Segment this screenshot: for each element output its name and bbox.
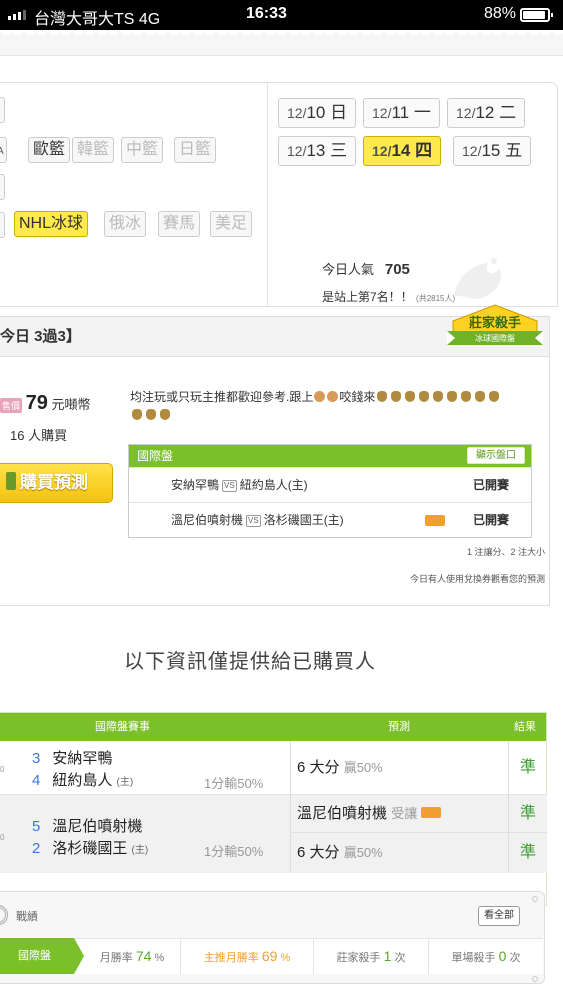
result-cell: 準 xyxy=(508,741,547,795)
record-icon xyxy=(0,905,8,925)
stat-banker-killer: 莊家殺手 1 次 xyxy=(313,938,428,974)
money-bag-icon xyxy=(377,391,388,402)
result-cell: 準 xyxy=(508,795,547,833)
category-nhl-hockey[interactable]: NHL冰球 xyxy=(14,211,89,237)
prediction-cell: 溫尼伯噴射機 受讓 xyxy=(290,795,508,833)
intl-game-row: 安納罕鴨 VS 紐約島人(主) 已開賽 xyxy=(129,467,531,502)
puppy-emoji-icon xyxy=(327,391,339,402)
intl-game-row: 溫尼伯噴射機 VS 洛杉磯國王(主) 已開賽 xyxy=(129,502,531,537)
signal-icon xyxy=(8,10,26,20)
buy-prediction-button[interactable]: 購買預測 xyxy=(0,463,113,503)
date-button[interactable]: 12/11 一 xyxy=(363,98,440,128)
price-tag: 售價 xyxy=(0,398,23,414)
battery-percent: 88% xyxy=(484,5,517,22)
buyer-count: 16 人購買 xyxy=(10,428,68,443)
money-bag-icon xyxy=(461,391,472,402)
category-japan-basketball[interactable]: 日籃 xyxy=(174,137,217,163)
vs-icon: VS xyxy=(222,480,237,492)
clock: 16:33 xyxy=(246,5,287,22)
money-bag-icon xyxy=(132,409,142,420)
intl-games-table: 國際盤 顯示盤口 安納罕鴨 VS 紐約島人(主) 已開賽 溫尼伯噴射機 VS 洛杉磯國王… xyxy=(128,444,532,538)
date-button-selected[interactable]: 12/14 四 xyxy=(363,136,442,166)
category-stub[interactable] xyxy=(0,174,5,200)
carrier-label: 台灣大哥大TS 4G xyxy=(34,11,161,28)
category-korea-basketball[interactable]: 韓籃 xyxy=(72,137,115,163)
handicap-line: 1分輸50% xyxy=(204,844,264,859)
svg-text:莊家殺手: 莊家殺手 xyxy=(469,315,521,331)
popularity-rank: 是站上第7名！！ (共2815人) xyxy=(322,290,456,304)
watermark-logo xyxy=(454,258,501,299)
card-description: 均注玩或只玩主推都歡迎參考.跟上 咬錢來 xyxy=(130,388,535,424)
prediction-cell: 6 大分 贏50% xyxy=(290,833,508,873)
money-bag-icon xyxy=(146,409,156,420)
category-partial[interactable]: A xyxy=(0,137,7,163)
date-button[interactable]: 12/15 五 xyxy=(453,136,532,166)
corner-dot xyxy=(532,896,538,902)
category-china-basketball[interactable]: 中籃 xyxy=(121,137,164,163)
popularity-count: 705 xyxy=(384,261,410,278)
category-stub[interactable] xyxy=(0,212,5,238)
category-list: A 歐籃 韓籃 中籃 日籃 NHL冰球 俄冰 賽馬 美足 xyxy=(0,83,268,308)
record-title: 戰績 xyxy=(16,911,38,923)
game-row: 0 5 溫尼伯噴射機 2 洛杉磯國王 (主) 1分輸50% xyxy=(0,795,290,873)
money-bag-icon xyxy=(447,391,458,402)
bet-rules-note: 1 注讓分、2 注大小 xyxy=(466,547,545,557)
view-all-button[interactable]: 看全部 xyxy=(478,906,520,926)
money-bag-icon xyxy=(405,391,416,402)
money-bag-icon xyxy=(419,391,430,402)
record-tab-intl[interactable]: 國際盤 xyxy=(0,938,84,974)
stat-monthly-win-rate: 月勝率 74 % xyxy=(99,948,165,964)
game-status: 已開賽 xyxy=(472,513,509,527)
corner-dot xyxy=(532,976,538,982)
result-cell: 準 xyxy=(508,833,547,873)
date-button[interactable]: 12/12 二 xyxy=(447,98,526,128)
stat-single-killer: 單場殺手 0 次 xyxy=(428,938,543,974)
battery-icon xyxy=(520,8,553,22)
scallop-header xyxy=(0,30,563,56)
game-status: 已開賽 xyxy=(472,478,509,492)
svg-text:冰球國際盤: 冰球國際盤 xyxy=(475,333,515,343)
stat-top-pick-win-rate: 主推月勝率 69 % xyxy=(180,938,313,974)
coupon-note: 今日有人使用兌換券觀看您的預測 xyxy=(409,574,545,584)
category-american-football[interactable]: 美足 xyxy=(210,211,253,237)
game-row: 0 3 安納罕鴨 4 紐約島人 (主) 1分輸50% xyxy=(0,741,290,795)
show-odds-button[interactable]: 顯示盤口 xyxy=(467,447,525,464)
money-bag-icon xyxy=(489,391,500,402)
record-panel: 戰績 看全部 國際盤 月勝率 74 % 主推月勝率 69 % 莊家殺手 1 次 … xyxy=(0,891,545,984)
puppy-emoji-icon xyxy=(314,391,326,402)
prediction-table: 國際盤賽事 預測 結果 0 3 安納罕鴨 4 紐約島人 (主) 1分輸50% 6 大… xyxy=(0,712,547,906)
category-stub[interactable] xyxy=(0,97,5,123)
banker-killer-badge: 莊家殺手 冰球國際盤 xyxy=(447,304,543,345)
money-bag-icon xyxy=(475,391,486,402)
prediction-cell: 6 大分 贏50% xyxy=(290,741,508,795)
buyers-only-title: 以下資訊僅提供給已購買人 xyxy=(124,651,376,673)
price-value: 79 xyxy=(25,392,48,414)
handicap-line: 1分輸50% xyxy=(204,776,264,791)
date-button[interactable]: 12/10 日 xyxy=(278,98,357,128)
money-bag-icon xyxy=(391,391,402,402)
intl-table-header: 國際盤 顯示盤口 xyxy=(129,445,531,467)
money-bag-icon xyxy=(433,391,444,402)
host-pick-icon xyxy=(421,807,442,818)
category-horse-racing[interactable]: 賽馬 xyxy=(158,211,201,237)
money-bag-icon xyxy=(160,409,170,420)
money-icon xyxy=(6,472,16,490)
category-russia-hockey[interactable]: 俄冰 xyxy=(104,211,147,237)
prediction-table-header: 國際盤賽事 預測 結果 xyxy=(0,713,546,741)
status-bar: 台灣大哥大TS 4G 16:33 88% xyxy=(0,0,563,30)
price-unit: 元噸幣 xyxy=(51,397,91,412)
popularity-line: 今日人氣 705 xyxy=(322,261,410,278)
price: 售價 79 元噸幣 xyxy=(0,392,91,415)
host-pick-icon xyxy=(425,515,445,526)
category-euro-basketball[interactable]: 歐籃 xyxy=(28,137,71,163)
date-button[interactable]: 12/13 三 xyxy=(278,136,357,166)
vs-icon: VS xyxy=(246,515,261,527)
